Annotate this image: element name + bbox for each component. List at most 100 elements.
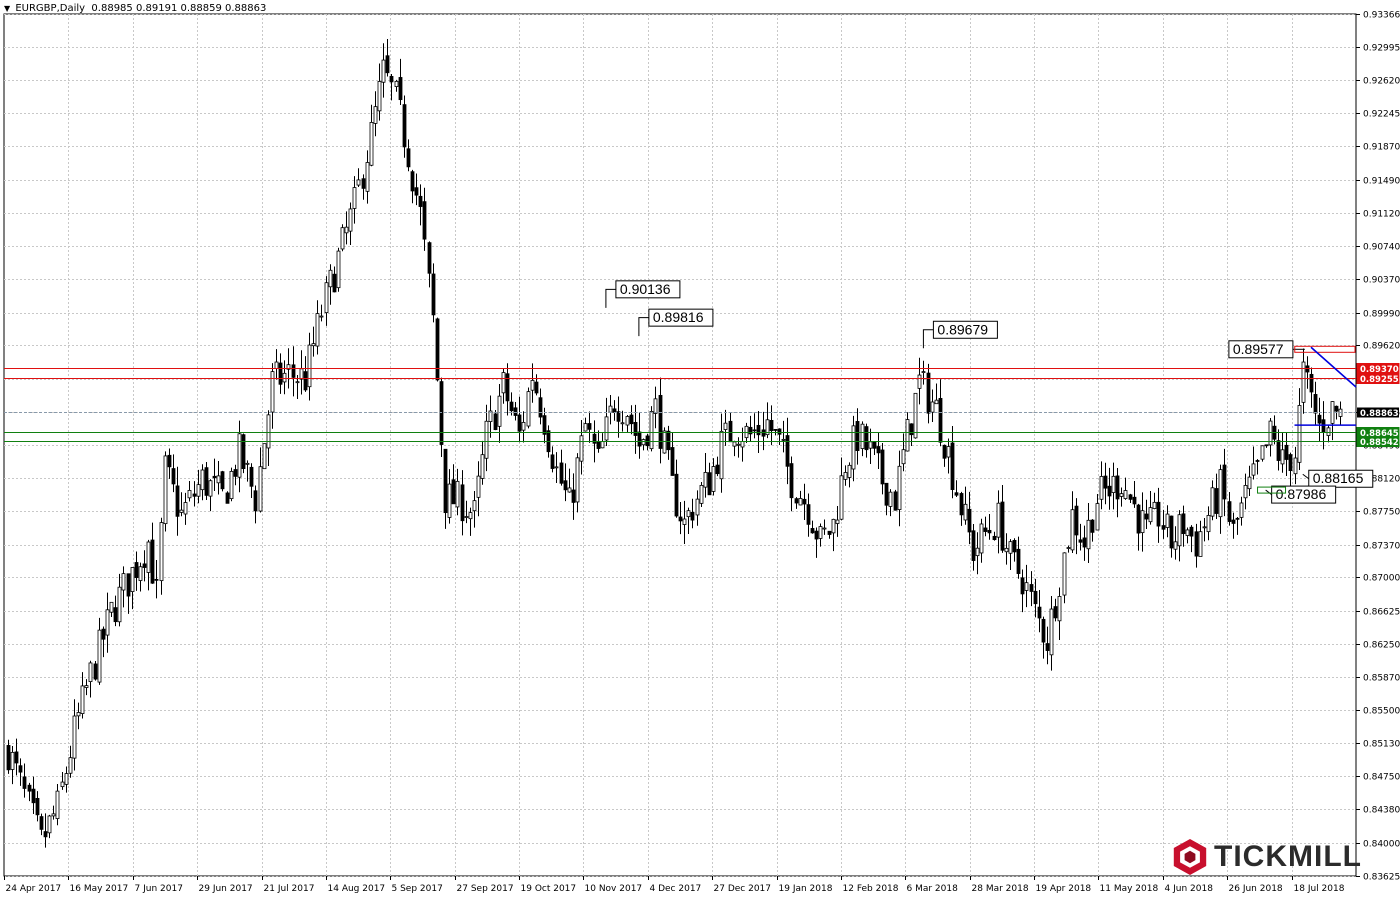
candle-bull xyxy=(1099,476,1104,500)
candle-bear xyxy=(332,273,337,293)
y-tick-label: 0.84750 xyxy=(1363,773,1400,783)
candle-bear xyxy=(728,420,733,443)
candle-bull xyxy=(76,712,81,717)
candle-bull xyxy=(88,662,93,682)
candle-bear xyxy=(950,442,955,490)
candle-bull xyxy=(497,395,502,427)
candle-bear xyxy=(150,539,155,584)
candle-bear xyxy=(1016,548,1021,574)
candle-bull xyxy=(963,503,968,521)
candle-bear xyxy=(926,372,931,414)
candle-bear xyxy=(389,76,394,83)
candle-bull xyxy=(501,372,506,394)
x-tick-label: 19 Oct 2017 xyxy=(521,884,577,894)
candle-bull xyxy=(1008,541,1013,554)
candle-bear xyxy=(410,171,415,192)
candle-bear xyxy=(1033,590,1038,605)
candle-bear xyxy=(645,435,650,447)
candle-bull xyxy=(625,416,630,426)
support-label: 0.88542 xyxy=(1360,438,1399,448)
candle-bear xyxy=(167,454,172,468)
candle-bull xyxy=(84,685,89,688)
candle-bull xyxy=(695,498,700,516)
y-tick-label: 0.83625 xyxy=(1363,873,1400,883)
candle-bear xyxy=(233,469,238,477)
y-tick-label: 0.89990 xyxy=(1363,310,1400,320)
candle-bull xyxy=(888,491,893,507)
candle-bull xyxy=(109,601,114,613)
x-tick-label: 21 Jul 2017 xyxy=(264,884,315,894)
candle-bull xyxy=(1070,509,1075,551)
candle-bull xyxy=(1066,547,1071,549)
y-tick-label: 0.84380 xyxy=(1363,806,1400,816)
y-tick-label: 0.91120 xyxy=(1363,210,1400,220)
candle-bull xyxy=(521,422,526,431)
candle-bull xyxy=(159,522,164,582)
price-chart[interactable]: 0.93366 0.92995 0.92620 0.92245 0.91870 0.914… xyxy=(0,0,1400,900)
candle-bull xyxy=(913,392,918,439)
candle-bull xyxy=(208,480,213,497)
candle-bull xyxy=(620,422,625,425)
x-tick-label: 4 Jun 2018 xyxy=(1165,884,1214,894)
candle-bull xyxy=(1177,514,1182,547)
candle-bear xyxy=(101,628,106,640)
candle-bear xyxy=(1194,531,1199,557)
candle-bear xyxy=(658,394,663,449)
candle-bear xyxy=(249,466,254,487)
candle-bull xyxy=(1152,501,1157,509)
candle-bull xyxy=(604,416,609,441)
candle-bull xyxy=(822,527,827,530)
candle-bull xyxy=(311,343,316,347)
candle-bull xyxy=(480,454,485,479)
symbol-label: EURGBP,Daily xyxy=(15,3,86,14)
candle-bull xyxy=(1280,449,1285,465)
candle-bear xyxy=(756,424,761,436)
x-tick-label: 10 Nov 2017 xyxy=(585,884,643,894)
candle-bear xyxy=(559,462,564,484)
candle-bear xyxy=(509,401,514,412)
candle-bear xyxy=(493,413,498,431)
candle-bear xyxy=(876,446,881,454)
candle-bull xyxy=(138,566,143,581)
candle-bull xyxy=(394,80,399,87)
candle-bull xyxy=(1111,475,1116,493)
candle-bull xyxy=(686,510,691,518)
candle-bear xyxy=(1078,539,1083,543)
candle-bear xyxy=(1313,394,1318,414)
candle-bear xyxy=(1144,513,1149,520)
candle-bull xyxy=(80,685,85,714)
candle-bear xyxy=(1103,475,1108,489)
candle-bear xyxy=(225,492,230,504)
x-tick-label: 18 Jul 2018 xyxy=(1294,884,1345,894)
x-tick-label: 28 Mar 2018 xyxy=(972,884,1029,894)
y-tick-label: 0.87000 xyxy=(1363,574,1400,584)
candle-bull xyxy=(60,781,65,788)
candle-bull xyxy=(1062,552,1067,596)
candle-bull xyxy=(262,443,267,470)
candle-bear xyxy=(1053,606,1058,619)
candle-bull xyxy=(299,368,304,380)
candle-bear xyxy=(220,471,225,490)
candle-bull xyxy=(64,773,69,785)
candle-bear xyxy=(987,529,992,534)
annotation-label: 0.90136 xyxy=(620,281,671,297)
candle-bear xyxy=(435,318,440,381)
candle-bull xyxy=(381,59,386,83)
candle-bear xyxy=(517,414,522,432)
candle-bear xyxy=(942,444,947,459)
candle-bear xyxy=(1169,515,1174,549)
chart-menu-icon[interactable]: ▼ xyxy=(4,4,10,13)
candle-bull xyxy=(847,464,852,478)
candle-bear xyxy=(880,449,885,485)
candle-bull xyxy=(1148,507,1153,523)
candle-bear xyxy=(253,490,258,512)
candle-bear xyxy=(175,485,180,517)
candle-bear xyxy=(398,77,403,101)
candle-bull xyxy=(476,475,481,498)
candle-bear xyxy=(666,430,671,451)
candle-bull xyxy=(930,401,935,413)
candle-bear xyxy=(14,751,19,764)
x-tick-label: 29 Jun 2017 xyxy=(199,884,253,894)
candle-bear xyxy=(1317,414,1322,424)
y-tick-label: 0.84000 xyxy=(1363,840,1400,850)
